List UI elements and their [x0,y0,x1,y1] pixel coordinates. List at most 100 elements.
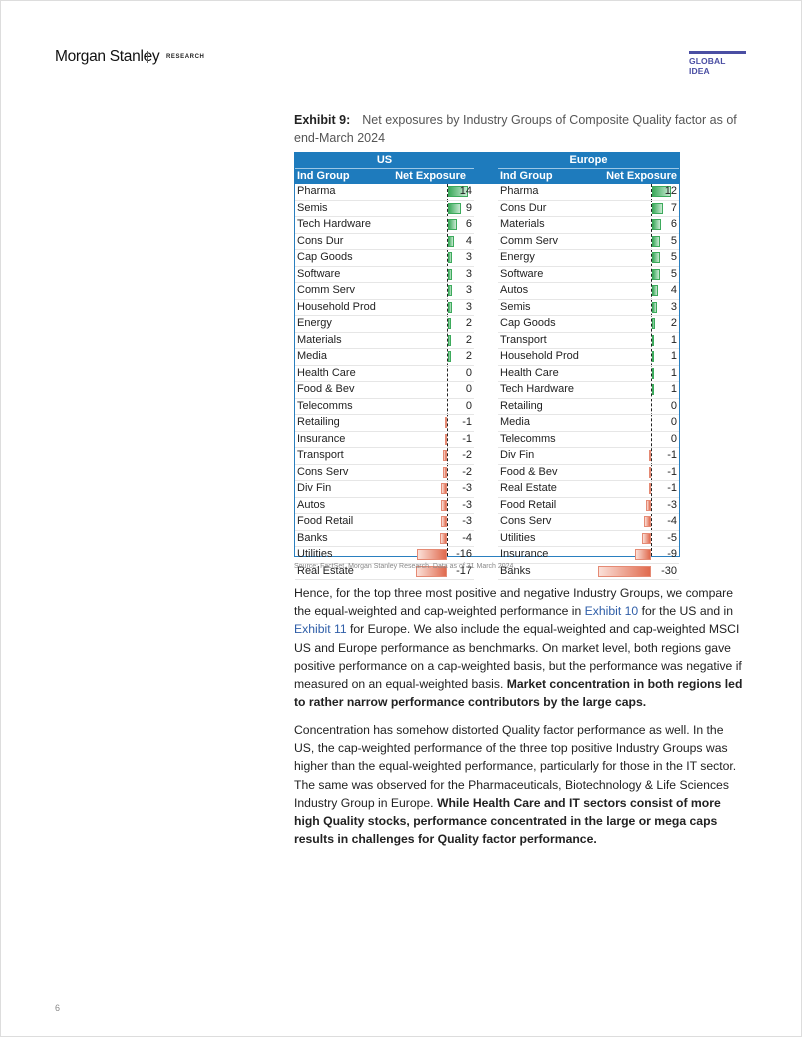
ind-group-label: Comm Serv [500,234,559,247]
ind-group-label: Insurance [297,432,346,445]
table-row: Cons Serv -4 [498,514,679,531]
p1-text-2: for the US and in [638,604,734,619]
table-row: Utilities -16 [295,547,474,564]
europe-region-title: Europe [498,153,679,169]
table-row: Autos 4 [498,283,679,300]
ind-group-label: Materials [500,218,545,230]
net-exposure-value: 3 [465,284,472,296]
table-row: Autos -3 [295,498,474,514]
table-row: Real Estate -1 [498,481,679,498]
exhibit-11-link[interactable]: Exhibit 11 [294,622,347,636]
table-row: Energy 5 [498,250,679,267]
net-exposure-value: -1 [667,465,677,478]
negative-exposure-bar [445,417,447,428]
net-exposure-value: 3 [465,251,472,263]
net-exposure-value: -2 [462,449,472,461]
ind-group-label: Tech Hardware [297,218,371,230]
negative-exposure-bar [443,450,447,461]
net-exposure-value: -3 [462,498,472,511]
ind-group-label: Health Care [500,366,559,379]
net-exposure-value: 5 [670,267,677,280]
positive-exposure-bar [652,334,654,346]
net-exposure-value: 6 [670,218,677,230]
net-exposure-value: 0 [465,366,472,379]
positive-exposure-bar [652,351,654,362]
net-exposure-value: 0 [670,416,677,428]
negative-exposure-bar [597,565,651,577]
negative-exposure-bar [441,499,447,511]
ind-group-label: Cap Goods [297,251,353,263]
ind-group-label: Telecomms [500,432,556,445]
table-row: Pharma 12 [498,184,679,201]
net-exposure-value: -5 [667,531,677,544]
negative-exposure-bar [417,549,447,560]
exposure-table: US Ind Group Net Exposure Pharma 14 Semis 9… [294,152,680,580]
positive-exposure-bar [448,334,451,346]
ind-group-label: Household Prod [500,350,579,362]
table-row: Media 2 [295,349,474,366]
ind-group-label: Retailing [500,399,543,412]
table-row: Pharma 14 [295,184,474,201]
table-row: Semis 3 [498,300,679,316]
ind-group-label: Real Estate [500,482,557,494]
negative-exposure-bar [649,450,651,461]
ind-group-label: Media [297,350,327,362]
table-row: Health Care 0 [295,366,474,382]
net-exposure-value: -2 [462,465,472,478]
table-row: Cap Goods 3 [295,250,474,267]
us-region-title: US [295,153,474,169]
net-exposure-value: 5 [670,251,677,263]
positive-exposure-bar [448,202,462,214]
net-exposure-value: -1 [667,482,677,494]
net-exposure-value: -9 [667,548,677,560]
positive-exposure-bar [652,219,662,230]
ind-group-label: Semis [500,300,531,313]
ind-group-label: Materials [297,333,342,346]
ind-group-label: Energy [500,251,535,263]
positive-exposure-bar [652,384,654,395]
ind-group-label: Software [297,267,341,280]
ind-group-label: Div Fin [297,482,332,494]
logo-divider [147,51,148,63]
table-row: Cons Dur 4 [295,234,474,250]
table-row: Insurance -9 [498,547,679,564]
ind-group-label: Utilities [500,531,536,544]
europe-col-ind-group: Ind Group [500,170,553,182]
ind-group-label: Transport [500,333,547,346]
table-row: Household Prod 3 [295,300,474,316]
table-row: Cap Goods 2 [498,316,679,333]
exhibit-10-link[interactable]: Exhibit 10 [585,604,639,618]
table-row: Tech Hardware 1 [498,382,679,399]
morgan-stanley-logo: Morgan Stanley [55,48,160,65]
table-row: Materials 2 [295,333,474,349]
global-idea-tag: GLOBAL IDEA [689,51,746,76]
net-exposure-value: -3 [462,482,472,494]
net-exposure-value: 9 [465,201,472,214]
ind-group-label: Cap Goods [500,317,556,329]
us-rows: Pharma 14 Semis 9 Tech Hardware 6 Cons Dur 4 Cap… [295,184,474,580]
us-table: US Ind Group Net Exposure Pharma 14 Semis 9… [295,153,474,580]
ind-group-label: Cons Dur [297,234,344,247]
research-label: RESEARCH [166,54,205,60]
ind-group-label: Retailing [297,416,340,428]
table-row: Software 3 [295,267,474,283]
table-row: Energy 2 [295,316,474,333]
ind-group-label: Food & Bev [297,383,355,395]
ind-group-label: Autos [500,284,529,296]
table-row: Cons Serv -2 [295,465,474,481]
positive-exposure-bar [652,301,657,313]
positive-exposure-bar [448,235,454,247]
table-row: Food Retail -3 [295,514,474,531]
net-exposure-value: 14 [459,185,472,197]
ind-group-label: Cons Dur [500,201,547,214]
positive-exposure-bar [652,252,660,263]
positive-exposure-bar [652,367,654,379]
exhibit-caption: Net exposures by Industry Groups of Comp… [294,113,737,145]
negative-exposure-bar [439,532,447,544]
negative-exposure-bar [634,549,651,560]
positive-exposure-bar [448,318,451,329]
net-exposure-value: 5 [670,234,677,247]
ind-group-label: Div Fin [500,449,535,461]
net-exposure-value: 0 [465,383,472,395]
table-row: Food Retail -3 [498,498,679,514]
